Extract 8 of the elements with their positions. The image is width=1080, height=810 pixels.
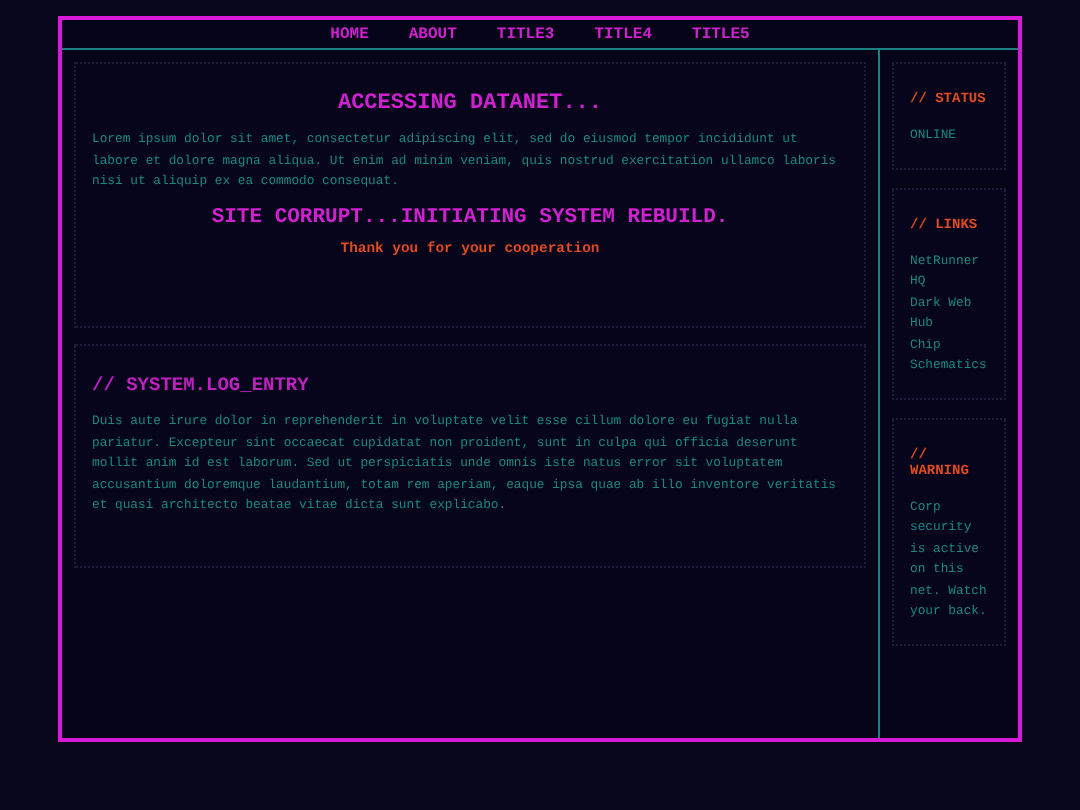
alert-heading: SITE CORRUPT...INITIATING SYSTEM REBUILD. xyxy=(209,205,731,229)
nav-link[interactable]: TITLE4 xyxy=(594,26,653,44)
nav-link[interactable]: HOME xyxy=(330,26,369,44)
hero-title: ACCESSING DATANET... xyxy=(335,92,605,116)
nav-link[interactable]: ABOUT xyxy=(408,26,457,44)
nav-link[interactable]: TITLE3 xyxy=(496,26,555,44)
nav-link[interactable]: TITLE5 xyxy=(692,26,750,44)
log-title: // SYSTEM.LOG_ENTRY xyxy=(92,374,311,396)
